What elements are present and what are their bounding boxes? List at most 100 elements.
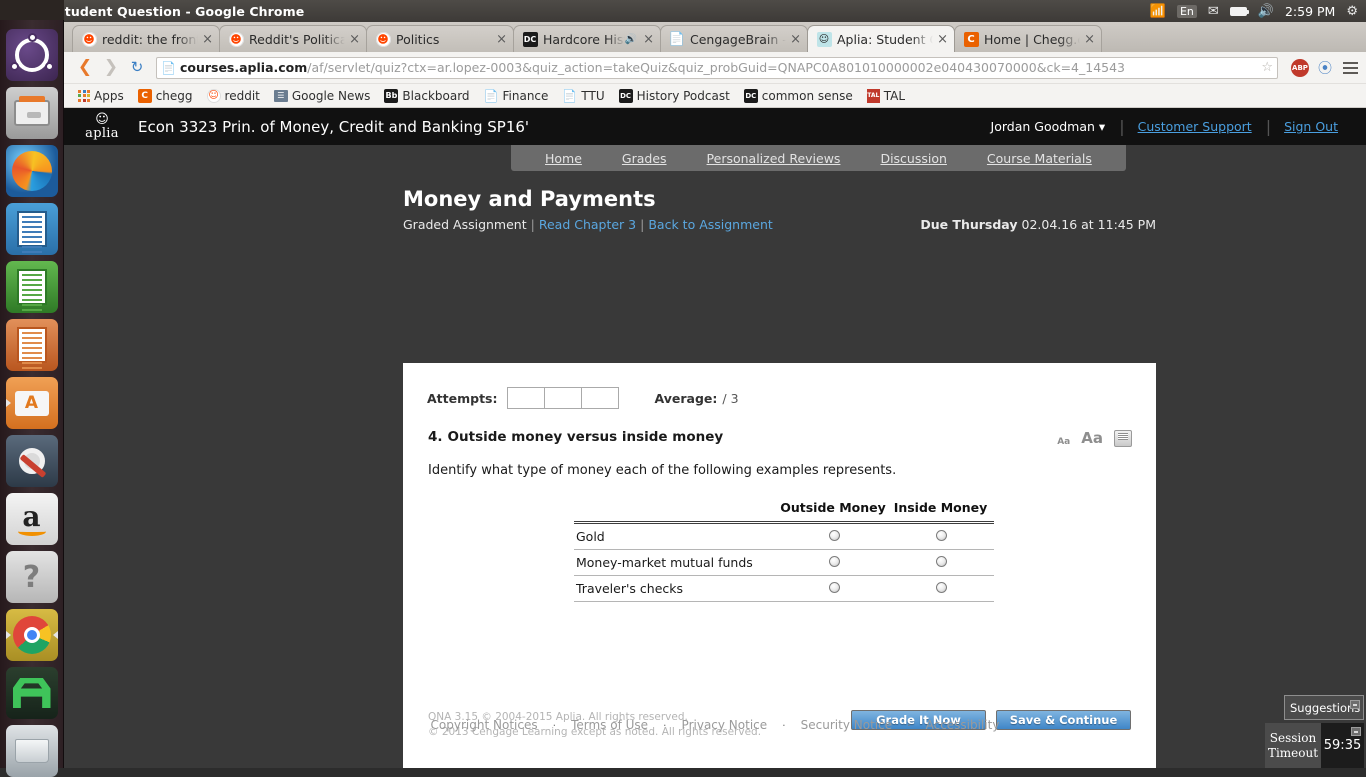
print-icon[interactable] (1114, 430, 1132, 447)
suggestions-widget[interactable]: Suggestions (1284, 695, 1364, 720)
browser-tab[interactable]: 📄 CengageBrain - M × (660, 25, 808, 52)
browser-tab[interactable]: reddit: the front p × (72, 25, 220, 52)
user-menu[interactable]: Jordan Goodman ▾ (991, 119, 1120, 134)
launcher-item-help[interactable]: ? (6, 551, 58, 603)
launcher-item-firefox[interactable] (6, 145, 58, 197)
system-clock[interactable]: 2:59 PM (1285, 4, 1335, 19)
bookmark-finance[interactable]: 📄 Finance (478, 87, 555, 105)
launcher-item-libreoffice-writer[interactable] (6, 203, 58, 255)
battery-icon[interactable] (1230, 7, 1247, 16)
radio-button[interactable] (936, 556, 947, 567)
close-icon[interactable]: × (492, 32, 507, 47)
sign-out-link[interactable]: Sign Out (1284, 119, 1352, 134)
bookmark-ttu[interactable]: 📄 TTU (556, 87, 610, 105)
close-icon[interactable]: × (1080, 32, 1095, 47)
page-info-icon[interactable]: 📄 (161, 61, 176, 75)
close-icon[interactable]: × (786, 32, 801, 47)
customer-support-link[interactable]: Customer Support (1138, 119, 1266, 134)
adblock-plus-icon[interactable]: ABP (1291, 59, 1309, 77)
reload-icon[interactable]: ↻ (124, 60, 150, 75)
nav-item-personalized-reviews[interactable]: Personalized Reviews (687, 151, 861, 166)
launcher-item-libreoffice-calc[interactable] (6, 261, 58, 313)
radio-cell-outside-money[interactable] (779, 576, 887, 602)
mail-icon[interactable]: ✉ (1208, 5, 1219, 18)
bookmark-blackboard[interactable]: Bb Blackboard (378, 87, 475, 105)
bookmarks-bar: Apps C chegg ☺ reddit ☰ Google News Bb B… (64, 84, 1366, 108)
browser-tab[interactable]: DC Hardcore Histo 🔊 × (513, 25, 661, 52)
column-header-inside-money: Inside Money (887, 500, 994, 523)
launcher-item-ubuntu-software-center[interactable] (6, 377, 58, 429)
launcher-item-trash[interactable] (6, 725, 58, 777)
footer-link-terms-of-use[interactable]: Terms of Use (556, 718, 663, 732)
bookmark-label: chegg (156, 89, 193, 103)
browser-tab-active[interactable]: ☺ Aplia: Student Qu × (807, 25, 955, 52)
nav-item-grades[interactable]: Grades (602, 151, 687, 166)
radio-button[interactable] (936, 530, 947, 541)
close-icon[interactable]: × (345, 32, 360, 47)
table-row: Traveler's checks (574, 576, 994, 602)
bookmark-tal[interactable]: TAL TAL (861, 87, 911, 105)
bookmark-google-news[interactable]: ☰ Google News (268, 87, 377, 105)
address-bar[interactable]: 📄 courses.aplia.com /af/servlet/quiz?ctx… (156, 57, 1278, 79)
launcher-item-libreoffice-impress[interactable] (6, 319, 58, 371)
close-icon[interactable]: × (639, 32, 654, 47)
wifi-lock-icon[interactable]: 📶 (1150, 5, 1166, 18)
radio-button[interactable] (829, 556, 840, 567)
browser-tab[interactable]: C Home | Chegg.com × (954, 25, 1102, 52)
attempt-box (507, 387, 545, 409)
decrease-font-icon[interactable]: Aa (1057, 437, 1070, 447)
launcher-item-amazon[interactable]: a (6, 493, 58, 545)
launcher-item-files[interactable] (6, 87, 58, 139)
bookmark-common-sense[interactable]: DC common sense (738, 87, 859, 105)
radio-button[interactable] (936, 582, 947, 593)
radio-cell-outside-money[interactable] (779, 550, 887, 576)
minimize-icon[interactable] (1350, 700, 1360, 709)
hamburger-menu-icon[interactable] (1343, 62, 1358, 74)
radio-button[interactable] (829, 582, 840, 593)
nav-item-home[interactable]: Home (525, 151, 602, 166)
radio-button[interactable] (829, 530, 840, 541)
extension-icon[interactable]: ⦿ (1318, 58, 1332, 78)
bookmark-chegg[interactable]: C chegg (132, 87, 199, 105)
aplia-logo[interactable]: ☺ aplia (76, 113, 128, 141)
keyboard-layout-indicator[interactable]: En (1177, 5, 1197, 18)
nav-item-discussion[interactable]: Discussion (860, 151, 966, 166)
assignment-header: Money and Payments Graded Assignment | R… (64, 171, 1366, 232)
browser-tab[interactable]: Politics × (366, 25, 514, 52)
aplia-page: ☺ aplia Econ 3323 Prin. of Money, Credit… (64, 108, 1366, 768)
back-to-assignment-link[interactable]: Back to Assignment (648, 217, 772, 232)
radio-cell-inside-money[interactable] (887, 523, 994, 550)
read-chapter-link[interactable]: Read Chapter 3 (539, 217, 636, 232)
ubuntu-desktop: a ? Aplia: Student Question - Google Chr… (0, 0, 1366, 768)
footer-link-accessibility[interactable]: Accessibility (911, 718, 1015, 732)
bookmark-reddit[interactable]: ☺ reddit (201, 87, 266, 105)
bookmark-apps[interactable]: Apps (72, 87, 130, 105)
increase-font-icon[interactable]: Aa (1081, 429, 1103, 447)
close-icon[interactable]: × (198, 32, 213, 47)
footer-link-privacy-notice[interactable]: Privacy Notice (667, 718, 783, 732)
launcher-item-system-settings[interactable] (6, 435, 58, 487)
star-icon[interactable]: ☆ (1257, 60, 1273, 75)
bookmark-history-podcast[interactable]: DC History Podcast (613, 87, 736, 105)
nav-item-course-materials[interactable]: Course Materials (967, 151, 1112, 166)
launcher-item-google-chrome[interactable] (6, 609, 58, 661)
radio-cell-inside-money[interactable] (887, 550, 994, 576)
close-icon[interactable]: × (933, 32, 948, 47)
footer-link-security-notice[interactable]: Security Notice (786, 718, 907, 732)
mute-icon[interactable]: 🔊 (625, 34, 639, 45)
launcher-item-ubuntu-dash[interactable] (6, 29, 58, 81)
reddit-icon (375, 31, 391, 47)
gear-icon[interactable]: ⚙ (1346, 5, 1358, 18)
browser-tab[interactable]: Reddit's Political I × (219, 25, 367, 52)
radio-cell-outside-money[interactable] (779, 523, 887, 550)
launcher-item-workspace-switcher[interactable] (6, 667, 58, 719)
volume-icon[interactable]: 🔊 (1258, 5, 1274, 18)
back-arrow-icon[interactable]: ❮ (72, 59, 98, 76)
forward-arrow-icon[interactable]: ❯ (98, 59, 124, 76)
browser-toolbar: ❮ ❯ ↻ 📄 courses.aplia.com /af/servlet/qu… (64, 52, 1366, 84)
aplia-logo-face-icon: ☺ (76, 113, 128, 126)
minimize-icon[interactable] (1351, 727, 1361, 736)
footer-link-copyright-notices[interactable]: Copyright Notices (416, 718, 553, 732)
radio-cell-inside-money[interactable] (887, 576, 994, 602)
bookmark-label: reddit (225, 89, 260, 103)
